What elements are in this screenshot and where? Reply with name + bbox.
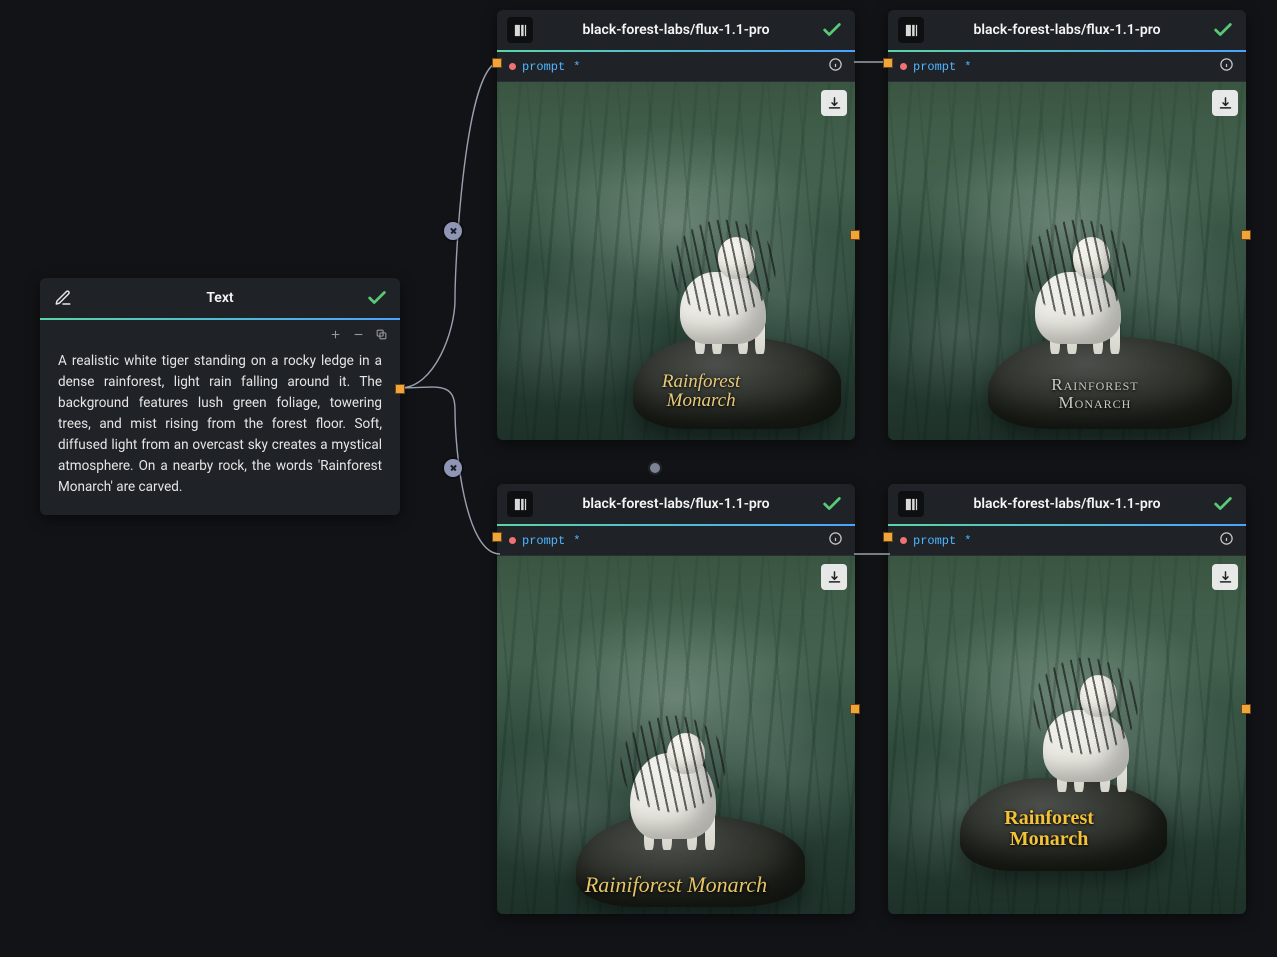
prompt-input-row[interactable]: prompt * [888, 52, 1246, 82]
required-dot-icon [509, 63, 516, 70]
download-button[interactable] [821, 90, 847, 116]
generated-image[interactable]: Rainforest Monarch [497, 82, 855, 440]
prompt-input-row[interactable]: prompt * [888, 526, 1246, 556]
text-node-header[interactable]: Text [40, 278, 400, 320]
info-icon[interactable] [1219, 57, 1234, 76]
required-dot-icon [900, 537, 907, 544]
model-node-header[interactable]: black-forest-labs/flux-1.1-pro [888, 10, 1246, 52]
carved-text: Rainiforest Monarch [585, 873, 767, 896]
prompt-input-row[interactable]: prompt * [497, 526, 855, 556]
prompt-label: prompt [522, 534, 565, 548]
check-icon [364, 285, 390, 311]
carved-text: Rainforest Monarch [662, 372, 740, 412]
connection-handle[interactable] [444, 459, 462, 477]
check-icon [819, 17, 845, 43]
prompt-label: prompt [913, 534, 956, 548]
carved-text: Rainforest Monarch [1004, 808, 1094, 850]
check-icon [1210, 17, 1236, 43]
model-node-header[interactable]: black-forest-labs/flux-1.1-pro [497, 10, 855, 52]
download-button[interactable] [1212, 90, 1238, 116]
output-port[interactable] [395, 384, 405, 394]
text-node-content[interactable]: A realistic white tiger standing on a ro… [40, 347, 400, 515]
required-dot-icon [900, 63, 907, 70]
generated-image[interactable]: Rainiforest Monarch [497, 556, 855, 914]
model-logo-icon [507, 491, 533, 517]
model-logo-icon [507, 17, 533, 43]
check-icon [1210, 491, 1236, 517]
input-port[interactable] [492, 58, 502, 68]
required-marker: * [964, 534, 971, 548]
carved-text: Rainforest Monarch [1051, 376, 1138, 412]
minus-icon[interactable] [352, 326, 365, 345]
required-marker: * [573, 534, 580, 548]
input-port[interactable] [492, 532, 502, 542]
input-port[interactable] [883, 58, 893, 68]
text-node[interactable]: Text A realistic white tiger standing on… [40, 278, 400, 515]
model-node[interactable]: black-forest-labs/flux-1.1-pro prompt * … [497, 10, 855, 440]
connection-midpoint[interactable] [648, 461, 662, 475]
model-node-header[interactable]: black-forest-labs/flux-1.1-pro [888, 484, 1246, 526]
model-node-header[interactable]: black-forest-labs/flux-1.1-pro [497, 484, 855, 526]
required-marker: * [964, 60, 971, 74]
model-node-title: black-forest-labs/flux-1.1-pro [541, 496, 811, 512]
info-icon[interactable] [828, 531, 843, 550]
required-marker: * [573, 60, 580, 74]
add-icon[interactable] [329, 326, 342, 345]
output-port[interactable] [1241, 704, 1251, 714]
connection-handle[interactable] [444, 222, 462, 240]
edit-icon[interactable] [50, 285, 76, 311]
model-node[interactable]: black-forest-labs/flux-1.1-pro prompt * … [888, 484, 1246, 914]
input-port[interactable] [883, 532, 893, 542]
download-button[interactable] [821, 564, 847, 590]
generated-image[interactable]: Rainforest Monarch [888, 82, 1246, 440]
prompt-label: prompt [522, 60, 565, 74]
output-port[interactable] [850, 704, 860, 714]
model-logo-icon [898, 17, 924, 43]
prompt-label: prompt [913, 60, 956, 74]
info-icon[interactable] [1219, 531, 1234, 550]
model-node-title: black-forest-labs/flux-1.1-pro [932, 496, 1202, 512]
output-port[interactable] [1241, 230, 1251, 240]
copy-icon[interactable] [375, 326, 388, 345]
output-port[interactable] [850, 230, 860, 240]
workflow-canvas[interactable]: Text A realistic white tiger standing on… [0, 0, 1277, 957]
text-node-tools [40, 320, 400, 347]
model-node-title: black-forest-labs/flux-1.1-pro [541, 22, 811, 38]
model-node[interactable]: black-forest-labs/flux-1.1-pro prompt * … [888, 10, 1246, 440]
generated-image[interactable]: Rainforest Monarch [888, 556, 1246, 914]
required-dot-icon [509, 537, 516, 544]
info-icon[interactable] [828, 57, 843, 76]
check-icon [819, 491, 845, 517]
model-node-title: black-forest-labs/flux-1.1-pro [932, 22, 1202, 38]
model-node[interactable]: black-forest-labs/flux-1.1-pro prompt * … [497, 484, 855, 914]
text-node-title: Text [84, 290, 356, 306]
prompt-input-row[interactable]: prompt * [497, 52, 855, 82]
model-logo-icon [898, 491, 924, 517]
download-button[interactable] [1212, 564, 1238, 590]
